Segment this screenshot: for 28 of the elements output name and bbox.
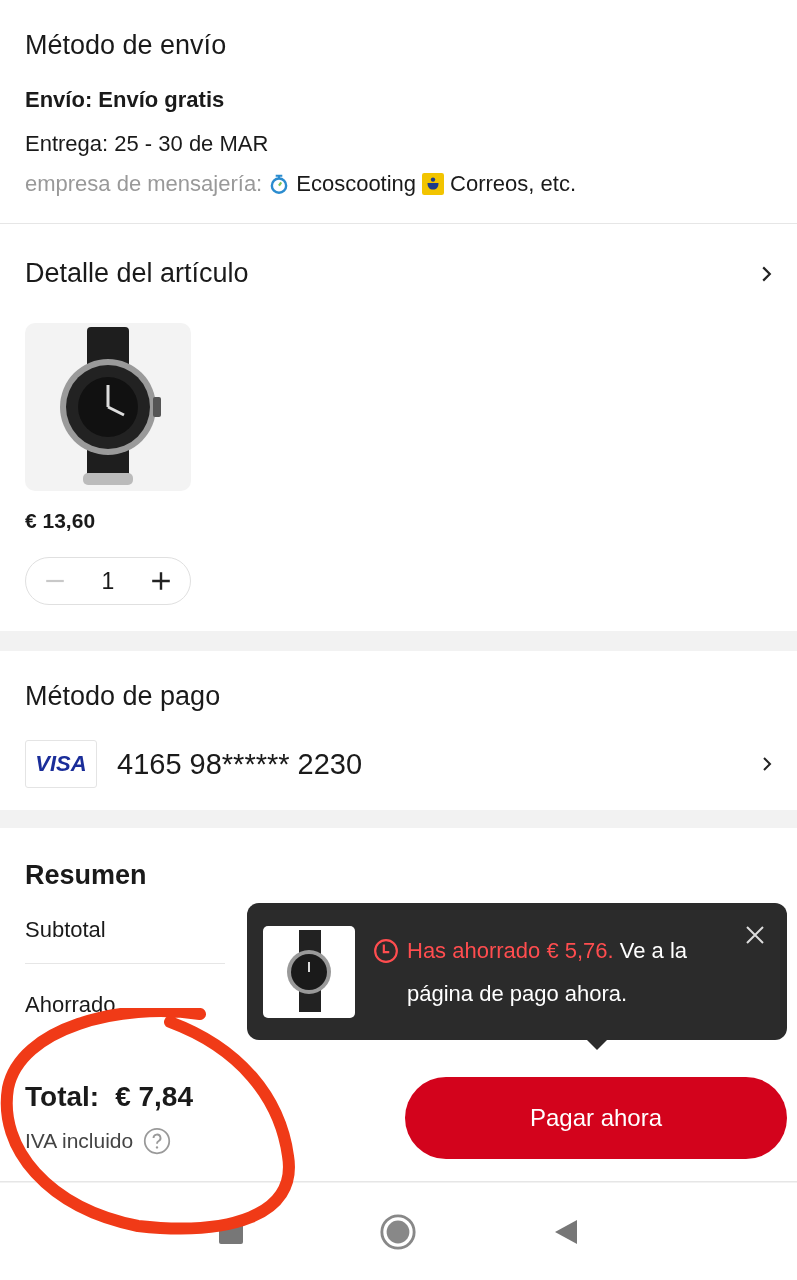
- summary-label: Subtotal: [25, 917, 106, 942]
- total-value: € 7,84: [115, 1081, 193, 1113]
- section-title: Método de pago: [25, 681, 222, 712]
- summary-label: Ahorrado: [25, 992, 116, 1017]
- home-icon[interactable]: [379, 1212, 418, 1251]
- carrier-name: Ecoscooting: [296, 171, 417, 197]
- chevron-right-icon[interactable]: [761, 264, 772, 283]
- chevron-right-icon[interactable]: [762, 756, 772, 772]
- card-number[interactable]: 4165 98****** 2230: [117, 747, 762, 781]
- delivery-date: Entrega: 25 - 30 de MAR: [25, 131, 270, 157]
- section-title: Detalle del artículo: [25, 258, 249, 289]
- tax-note: IVA incluido: [25, 1129, 134, 1153]
- plus-icon[interactable]: [150, 570, 173, 592]
- shipping-method: Envío: Envío gratis: [25, 87, 226, 113]
- back-icon[interactable]: [553, 1218, 580, 1245]
- carrier-label: empresa de mensajería:: [25, 171, 263, 197]
- total-label: Total:: [25, 1081, 100, 1113]
- help-icon[interactable]: [143, 1127, 172, 1155]
- quantity-value: 1: [101, 567, 115, 595]
- carrier-name: Correos, etc.: [450, 171, 577, 197]
- pay-button[interactable]: Pagar ahora: [405, 1077, 787, 1159]
- section-title: Método de envío: [25, 30, 228, 61]
- section-title: Resumen: [25, 860, 148, 891]
- item-price: € 13,60: [25, 509, 97, 533]
- clock-icon: [373, 937, 399, 964]
- visa-logo: VISA: [25, 740, 97, 788]
- close-icon[interactable]: [745, 925, 765, 945]
- toast-message: Has ahorrado € 5,76. Ve a la página de pago ahora.: [407, 936, 689, 1008]
